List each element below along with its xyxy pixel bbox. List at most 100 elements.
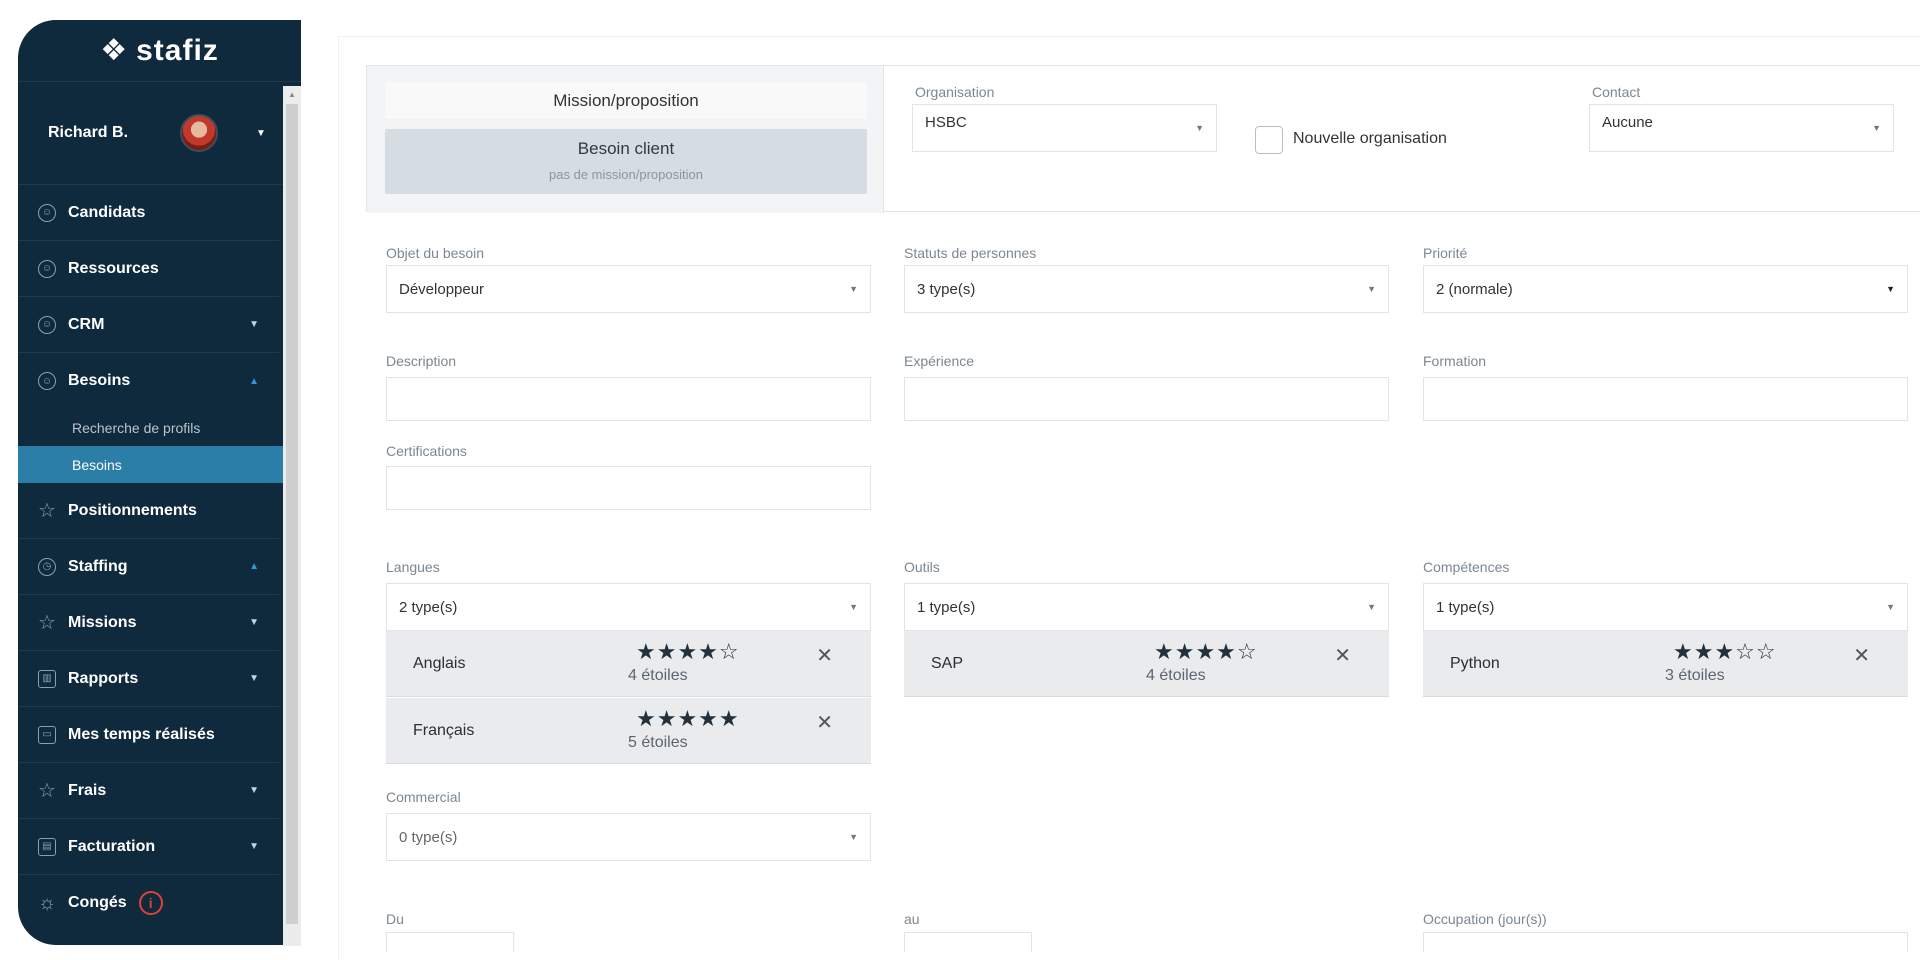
chevron-down-icon: ▼: [1367, 602, 1376, 612]
outils-select[interactable]: 1 type(s) ▼: [904, 583, 1389, 631]
competence-name: Python: [1450, 655, 1500, 672]
statuts-personnes-value: 3 type(s): [917, 280, 976, 298]
close-icon[interactable]: ✕: [816, 643, 833, 668]
close-icon[interactable]: ✕: [1853, 643, 1870, 668]
star-icon: ☆: [38, 500, 56, 522]
nav-ressources[interactable]: ☺ Ressources: [18, 241, 279, 297]
chevron-down-icon: ▼: [249, 841, 259, 852]
star-icon: ☆: [38, 780, 56, 802]
experience-label: Expérience: [904, 353, 975, 369]
langue-name: Français: [413, 722, 475, 739]
document-icon: ▤: [38, 837, 56, 856]
date-end-input[interactable]: [904, 932, 1032, 952]
brand-name: stafiz: [136, 33, 219, 67]
nav-label: Rapports: [68, 669, 139, 687]
sun-icon: ☼: [37, 891, 57, 914]
contact-value: Aucune: [1602, 113, 1653, 131]
formation-input[interactable]: [1423, 377, 1908, 421]
user-circle-icon: ☺: [38, 372, 56, 390]
langue-name: Anglais: [413, 655, 466, 672]
langues-select[interactable]: 2 type(s) ▼: [386, 583, 871, 631]
chevron-down-icon: ▼: [256, 127, 266, 139]
organisation-label: Organisation: [915, 84, 995, 100]
nav-label: Besoins: [68, 372, 131, 389]
nav-missions[interactable]: ☆ Missions ▼: [18, 595, 279, 651]
chevron-down-icon: ▼: [849, 602, 858, 612]
close-icon[interactable]: ✕: [816, 710, 833, 735]
chevron-down-icon: ▼: [1367, 284, 1376, 294]
mission-organisation-panel: Mission/proposition Besoin client pas de…: [366, 65, 1920, 213]
priorite-select[interactable]: 2 (normale) ▼: [1423, 265, 1908, 313]
nav-frais[interactable]: ☆ Frais ▼: [18, 763, 279, 819]
nav-conges[interactable]: ☼ Congés i: [18, 875, 279, 931]
contact-select[interactable]: Aucune ▼: [1589, 104, 1894, 152]
description-input[interactable]: [386, 377, 871, 421]
scrollbar-thumb[interactable]: [286, 104, 298, 924]
outil-name: SAP: [931, 655, 964, 672]
nav-sub-recherche-profils[interactable]: Recherche de profils: [18, 409, 301, 446]
clock-icon: ◷: [38, 557, 56, 576]
commercial-value: 0 type(s): [399, 828, 458, 846]
certifications-label: Certifications: [386, 443, 467, 459]
scroll-up-icon[interactable]: ▲: [288, 90, 296, 99]
nav-label: Facturation: [68, 837, 156, 855]
occupation-label: Occupation (jour(s)): [1423, 911, 1547, 927]
occupation-input[interactable]: [1423, 932, 1908, 952]
chevron-up-icon: ▲: [249, 375, 259, 387]
nav-temps-realises[interactable]: ▭ Mes temps réalisés: [18, 707, 279, 763]
formation-label: Formation: [1423, 353, 1487, 369]
nav-crm[interactable]: ☺ CRM ▼: [18, 297, 279, 353]
priorite-label: Priorité: [1423, 245, 1468, 261]
nav-positionnements[interactable]: ☆ Positionnements: [18, 483, 279, 539]
nav-candidats[interactable]: ☺ Candidats: [18, 185, 279, 241]
user-circle-icon: ☺: [38, 315, 56, 334]
nav-label: Missions: [68, 613, 137, 631]
objet-besoin-label: Objet du besoin: [386, 245, 485, 261]
nav-facturation[interactable]: ▤ Facturation ▼: [18, 819, 279, 875]
list-item: Anglais ★★★★☆ 4 étoiles ✕: [386, 631, 871, 697]
user-circle-icon: ☺: [38, 259, 56, 278]
nav-besoins[interactable]: ☺ Besoins ▲: [18, 353, 279, 409]
commercial-select[interactable]: 0 type(s) ▼: [386, 813, 871, 861]
nav-staffing[interactable]: ◷ Staffing ▲: [18, 539, 279, 595]
close-icon[interactable]: ✕: [1334, 643, 1351, 668]
brand-logo[interactable]: ❖ stafiz: [18, 20, 301, 82]
chevron-down-icon: ▼: [249, 785, 259, 796]
list-item: Français ★★★★★ 5 étoiles ✕: [386, 698, 871, 764]
star-rating[interactable]: ★★★☆☆: [1673, 639, 1777, 665]
outils-label: Outils: [904, 559, 940, 575]
competences-select[interactable]: 1 type(s) ▼: [1423, 583, 1908, 631]
chevron-down-icon: ▼: [849, 832, 858, 842]
star-icon: ☆: [38, 612, 56, 634]
stafiz-logo-icon: ❖: [100, 34, 129, 67]
priorite-value: 2 (normale): [1436, 280, 1513, 298]
nav-sub-besoins[interactable]: Besoins: [18, 446, 301, 483]
user-menu[interactable]: Richard B. ▼: [18, 82, 301, 185]
info-alert-icon[interactable]: i: [138, 891, 163, 915]
statuts-personnes-select[interactable]: 3 type(s) ▼: [904, 265, 1389, 313]
langues-label: Langues: [386, 559, 440, 575]
chevron-up-icon: ▲: [249, 561, 259, 572]
star-rating[interactable]: ★★★★★: [636, 706, 740, 732]
sidebar-scrollbar[interactable]: ▲: [283, 86, 301, 946]
main-nav: ☺ Candidats ☺ Ressources ☺ CRM ▼ ☺ Besoins ▲ R…: [18, 185, 301, 931]
objet-besoin-select[interactable]: Développeur ▼: [386, 265, 871, 313]
besoin-client-option[interactable]: Besoin client pas de mission/proposition: [385, 129, 867, 194]
nouvelle-organisation-checkbox[interactable]: [1255, 126, 1283, 154]
nav-label: Congés: [68, 894, 127, 911]
nouvelle-organisation-label: Nouvelle organisation: [1293, 130, 1447, 147]
avatar: [180, 114, 219, 152]
star-rating[interactable]: ★★★★☆: [1154, 639, 1258, 665]
star-rating[interactable]: ★★★★☆: [636, 639, 740, 665]
certifications-input[interactable]: [386, 466, 871, 510]
date-start-input[interactable]: [386, 932, 514, 952]
nav-rapports[interactable]: ▥ Rapports ▼: [18, 651, 279, 707]
chevron-down-icon: ▼: [249, 617, 259, 628]
mission-proposition-tab[interactable]: Mission/proposition: [385, 82, 867, 119]
besoin-client-title: Besoin client: [577, 139, 675, 158]
chevron-down-icon: ▼: [1886, 602, 1895, 612]
mission-proposition-box: Mission/proposition Besoin client pas de…: [367, 66, 884, 213]
calendar-icon: ▭: [38, 725, 56, 744]
organisation-select[interactable]: HSBC ▼: [912, 104, 1217, 152]
experience-input[interactable]: [904, 377, 1389, 421]
